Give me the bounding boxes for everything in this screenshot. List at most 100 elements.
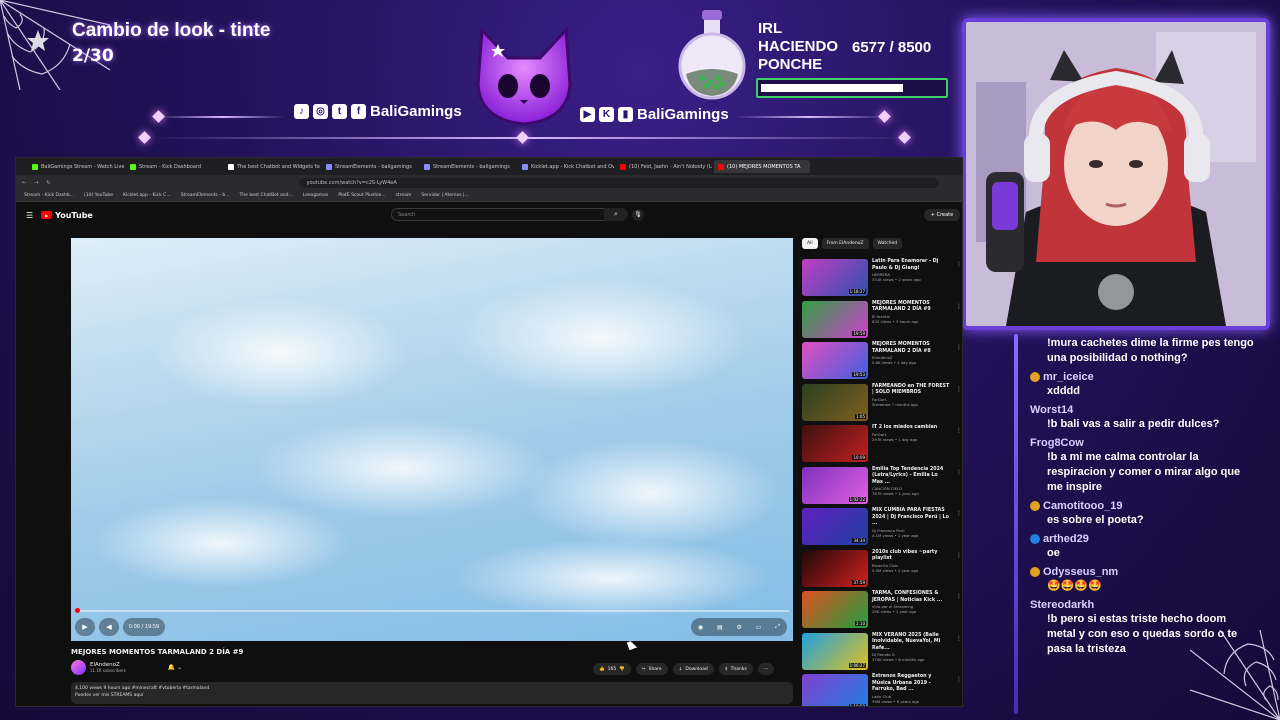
recommendation-title[interactable]: 2010s club vibes ~party playlist [872, 550, 950, 563]
video-thumbnail[interactable]: 1:18:59 [802, 674, 868, 706]
share-button[interactable]: ↪ Share [635, 663, 668, 675]
recommendation-item[interactable]: 1:18:59 Estrenos Reggaeton y Música Urban… [802, 674, 962, 706]
settings-icon[interactable]: ⚙ [736, 624, 741, 631]
more-vert-icon[interactable]: ⋮ [956, 261, 962, 268]
more-vert-icon[interactable]: ⋮ [956, 552, 962, 559]
bookmark-item[interactable]: The best ChatBot and... [240, 193, 293, 198]
seek-handle[interactable] [75, 608, 80, 613]
tab-3[interactable]: StreamElements - baligamings [322, 160, 418, 173]
download-button[interactable]: ↓ Download [672, 663, 714, 675]
tab-4[interactable]: StreamElements - baligamings [420, 160, 516, 173]
bookmark-item[interactable]: Kicklet.app - Kick C... [123, 193, 171, 198]
recommendation-item[interactable]: 19:59 MEJORES MOMENTOS TARMALAND 2 DÍA #9… [802, 300, 962, 343]
tab-0[interactable]: BaliGamings Stream - Watch Live on [28, 160, 124, 173]
video-description[interactable]: 4,100 views 9 hours ago #minecraft #vtub… [71, 682, 793, 704]
volume-button[interactable]: ◀ [99, 618, 119, 636]
more-vert-icon[interactable]: ⋮ [956, 469, 962, 476]
video-thumbnail[interactable]: 19:59 [802, 300, 868, 338]
bookmark-item[interactable]: stream [396, 193, 412, 198]
bell-icon[interactable]: 🔔 ⌄ [168, 664, 182, 671]
bookmark-item[interactable]: StreamElements - b... [181, 193, 230, 198]
filter-chip[interactable]: Watched [872, 238, 903, 249]
recommendation-item[interactable]: 2:10 TARMA, CONFESIONES & JEROPAS | Notic… [802, 591, 962, 633]
more-vert-icon[interactable]: ⋮ [956, 386, 962, 393]
chat-username[interactable]: Camotitooo_19 [1030, 499, 1255, 513]
bookmark-item[interactable]: Servidor | Atemos |... [421, 193, 468, 198]
fullscreen-icon[interactable]: ⤢ [775, 623, 780, 631]
video-thumbnail[interactable]: 1:02:22 [802, 466, 868, 504]
video-thumbnail[interactable]: 1:18:27 [802, 259, 868, 296]
seek-bar[interactable] [75, 608, 789, 613]
video-player[interactable]: ▶ ◀ 0:00 / 19:59 ◉ ▤ ⚙ ▭ ⤢ [71, 238, 793, 641]
recommendation-item[interactable]: 1:18:27 Latin Para Enamorar - Dj Paulo & … [802, 259, 962, 301]
video-thumbnail[interactable]: 2:10 [802, 591, 868, 628]
miniplayer-icon[interactable]: ▭ [756, 624, 762, 631]
channel-avatar[interactable] [71, 660, 86, 675]
chat-scrollbar[interactable] [1014, 334, 1018, 714]
more-vert-icon[interactable]: ⋮ [956, 593, 962, 600]
recommendation-title[interactable]: TARMA, CONFESIONES & JEROPAS | Noticias … [872, 591, 950, 604]
recommendation-title[interactable]: Latin Para Enamorar - Dj Paulo & Dj Gian… [872, 259, 950, 272]
recommendation-item[interactable]: 1:02:22 Emilia Top Tendencia 2024 (Letra/… [802, 466, 962, 509]
more-vert-icon[interactable]: ⋮ [956, 635, 962, 642]
more-vert-icon[interactable]: ⋮ [956, 427, 962, 434]
more-vert-icon[interactable]: ⋮ [956, 676, 962, 683]
more-vert-icon[interactable]: ⋮ [956, 344, 962, 351]
video-thumbnail[interactable]: 37:59 [802, 549, 868, 587]
tab-2[interactable]: The best Chatbot and Widgets for K [224, 160, 320, 173]
video-thumbnail[interactable]: 1:05 [802, 383, 868, 421]
back-icon[interactable]: ← [22, 180, 26, 186]
tab-1[interactable]: Stream - Kick Dashboard [126, 160, 222, 173]
recommendation-title[interactable]: MEJORES MOMENTOS TARMALAND 2 DÍA #8 [872, 342, 950, 355]
chat-username[interactable]: mr_iceice [1030, 370, 1255, 384]
mic-icon[interactable]: 🎙 [632, 209, 644, 221]
recommendation-item[interactable]: 37:59 2010s club vibes ~party playlist Ros… [802, 549, 962, 592]
tab-6[interactable]: (10) Feid, Jaehn - Ain't Nobody (Lov [616, 160, 712, 173]
recommendation-item[interactable]: 34:34 MIX CUMBIA PARA FIESTAS 2024 | Dj F… [802, 508, 962, 550]
bookmark-item[interactable]: Stream - Kick Dashb... [24, 193, 74, 198]
tab-7[interactable]: (10) MEJORES MOMENTOS TA [714, 160, 810, 173]
menu-icon[interactable]: ☰ [26, 211, 33, 220]
autoplay-toggle[interactable]: ◉ [698, 624, 703, 631]
recommendation-title[interactable]: MEJORES MOMENTOS TARMALAND 2 DÍA #9 [872, 301, 950, 314]
bookmark-item[interactable]: Lexogames [303, 193, 329, 198]
chat-username[interactable]: arthed29 [1030, 532, 1255, 546]
recommendation-title[interactable]: MIX VERANO 2025 (Baile Inolvidable, Nuev… [872, 633, 950, 653]
search-button[interactable]: ⌕ [604, 208, 628, 221]
bookmark-item[interactable]: PlatE Scout Plushie... [338, 193, 385, 198]
reload-icon[interactable]: ↻ [46, 180, 50, 186]
recommendation-title[interactable]: FARMEANDO en THE FOREST | SOLO MIEMBROS [872, 384, 950, 397]
tab-5[interactable]: Kicklet.app - Kick Chatbot and Over [518, 160, 614, 173]
search-input[interactable]: Search [391, 208, 616, 221]
video-thumbnail[interactable]: 19:53 [802, 342, 868, 379]
chat-username[interactable]: Odysseus_nm [1030, 565, 1255, 579]
more-vert-icon[interactable]: ⋮ [956, 510, 962, 517]
video-thumbnail[interactable]: 34:34 [802, 508, 868, 545]
forward-icon[interactable]: → [34, 180, 38, 186]
youtube-logo[interactable]: ▶ YouTube [41, 211, 93, 220]
chat-username[interactable]: Frog8Cow [1030, 436, 1255, 450]
more-vert-icon[interactable]: ⋮ [956, 303, 962, 310]
recommendation-title[interactable]: Estrenos Reggaeton y Música Urbana 2019 … [872, 674, 950, 694]
recommendation-item[interactable]: 1:06:27 MIX VERANO 2025 (Baile Inolvidabl… [802, 632, 962, 675]
bookmark-item[interactable]: (10) YouTube [84, 193, 113, 198]
subtitles-icon[interactable]: ▤ [717, 624, 723, 631]
recommendation-item[interactable]: 1:05 FARMEANDO en THE FOREST | SOLO MIEMB… [802, 383, 962, 426]
chat-username[interactable]: Stereodarkh [1030, 598, 1255, 612]
filter-chip[interactable]: All [802, 238, 818, 249]
filter-chip[interactable]: From ElAndenoZ [821, 238, 869, 249]
recommendation-title[interactable]: Emilia Top Tendencia 2024 (Letra/Lyrics)… [872, 467, 950, 487]
play-button[interactable]: ▶ [75, 618, 95, 636]
video-thumbnail[interactable]: 10:09 [802, 425, 868, 462]
create-button[interactable]: + Create [924, 209, 960, 221]
chat-username[interactable]: Worst14 [1030, 403, 1255, 417]
recommendation-item[interactable]: 19:53 MEJORES MOMENTOS TARMALAND 2 DÍA #8… [802, 342, 962, 384]
video-thumbnail[interactable]: 1:06:27 [802, 632, 868, 670]
recommendation-title[interactable]: MIX CUMBIA PARA FIESTAS 2024 | Dj Franci… [872, 508, 950, 528]
more-button[interactable]: ⋯ [757, 663, 775, 675]
url-field[interactable]: youtube.com/watch?v=c2S-LyW4eA [298, 177, 939, 188]
like-button[interactable]: 👍 165 👎 [593, 663, 631, 675]
thanks-button[interactable]: $ Thanks [718, 663, 753, 675]
recommendation-item[interactable]: 10:09 IT 2 los miedos cambian ForGart 297K … [802, 425, 962, 467]
thumbs-down-icon[interactable]: 👎 [619, 667, 625, 672]
